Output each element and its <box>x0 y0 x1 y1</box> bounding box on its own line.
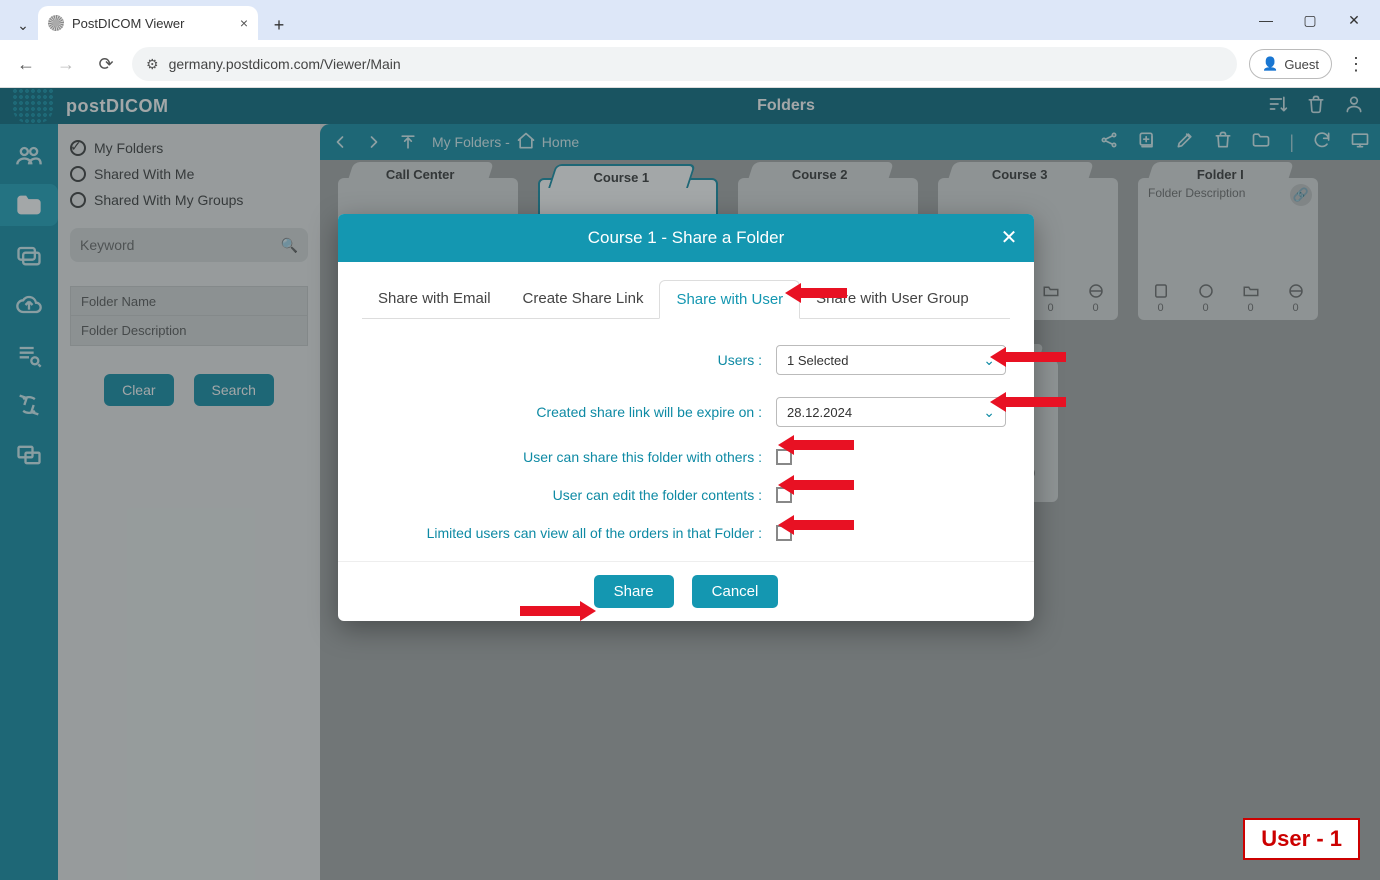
profile-label: Guest <box>1284 57 1319 72</box>
tab-create-link[interactable]: Create Share Link <box>507 280 660 318</box>
tab-favicon-icon <box>48 15 64 31</box>
share-button[interactable]: Share <box>594 575 674 608</box>
share-folder-modal: Course 1 - Share a Folder ✕ Share with E… <box>338 214 1034 621</box>
profile-button[interactable]: 👤 Guest <box>1249 49 1332 79</box>
address-bar: ← → ⟳ ⚙ germany.postdicom.com/Viewer/Mai… <box>0 40 1380 88</box>
chevron-down-icon: ⌄ <box>983 404 995 421</box>
window-close-button[interactable]: ✕ <box>1344 12 1364 29</box>
perm-limited-label: Limited users can view all of the orders… <box>366 525 762 541</box>
window-controls: — ▢ ✕ <box>1244 0 1376 40</box>
nav-forward-button[interactable]: → <box>52 50 80 78</box>
browser-tab[interactable]: PostDICOM Viewer × <box>38 6 258 40</box>
users-select[interactable]: 1 Selected ⌄ <box>776 345 1006 375</box>
perm-edit-label: User can edit the folder contents : <box>366 487 762 503</box>
browser-tab-bar: ⌄ PostDICOM Viewer × + — ▢ ✕ <box>0 0 1380 40</box>
user-badge: User - 1 <box>1243 818 1360 860</box>
new-tab-button[interactable]: + <box>264 10 294 40</box>
url-text: germany.postdicom.com/Viewer/Main <box>169 56 401 72</box>
nav-back-button[interactable]: ← <box>12 50 40 78</box>
tab-share-group[interactable]: Share with User Group <box>800 280 985 318</box>
modal-title: Course 1 - Share a Folder <box>588 228 785 248</box>
window-maximize-button[interactable]: ▢ <box>1300 12 1320 29</box>
users-label: Users : <box>718 352 762 368</box>
browser-chrome: ⌄ PostDICOM Viewer × + — ▢ ✕ ← → ⟳ ⚙ ger… <box>0 0 1380 88</box>
window-minimize-button[interactable]: — <box>1256 12 1276 28</box>
perm-share-label: User can share this folder with others : <box>366 449 762 465</box>
modal-close-button[interactable]: ✕ <box>996 224 1022 250</box>
nav-reload-button[interactable]: ⟳ <box>92 50 120 78</box>
browser-menu-button[interactable]: ⋮ <box>1344 54 1368 75</box>
tab-title: PostDICOM Viewer <box>72 16 184 31</box>
url-input[interactable]: ⚙ germany.postdicom.com/Viewer/Main <box>132 47 1237 81</box>
perm-limited-checkbox[interactable] <box>776 525 792 541</box>
app: postDICOM Folders My Folders Shared With… <box>0 88 1380 880</box>
users-select-value: 1 Selected <box>787 353 848 368</box>
perm-share-checkbox[interactable] <box>776 449 792 465</box>
modal-tabs: Share with Email Create Share Link Share… <box>362 280 1010 319</box>
modal-footer: Share Cancel <box>338 561 1034 621</box>
tab-close-icon[interactable]: × <box>240 15 248 31</box>
expire-date-value: 28.12.2024 <box>787 405 852 420</box>
expire-date-select[interactable]: 28.12.2024 ⌄ <box>776 397 1006 427</box>
expire-label: Created share link will be expire on : <box>536 404 762 420</box>
site-settings-icon[interactable]: ⚙ <box>146 56 159 73</box>
tab-share-user[interactable]: Share with User <box>659 280 800 319</box>
chevron-down-icon: ⌄ <box>983 352 995 369</box>
profile-icon: 👤 <box>1262 56 1278 72</box>
perm-edit-checkbox[interactable] <box>776 487 792 503</box>
tab-list-dropdown[interactable]: ⌄ <box>8 10 38 40</box>
tab-share-email[interactable]: Share with Email <box>362 280 507 318</box>
share-form: Users : 1 Selected ⌄ Created share link … <box>362 319 1010 551</box>
modal-header: Course 1 - Share a Folder ✕ <box>338 214 1034 262</box>
cancel-button[interactable]: Cancel <box>692 575 779 608</box>
